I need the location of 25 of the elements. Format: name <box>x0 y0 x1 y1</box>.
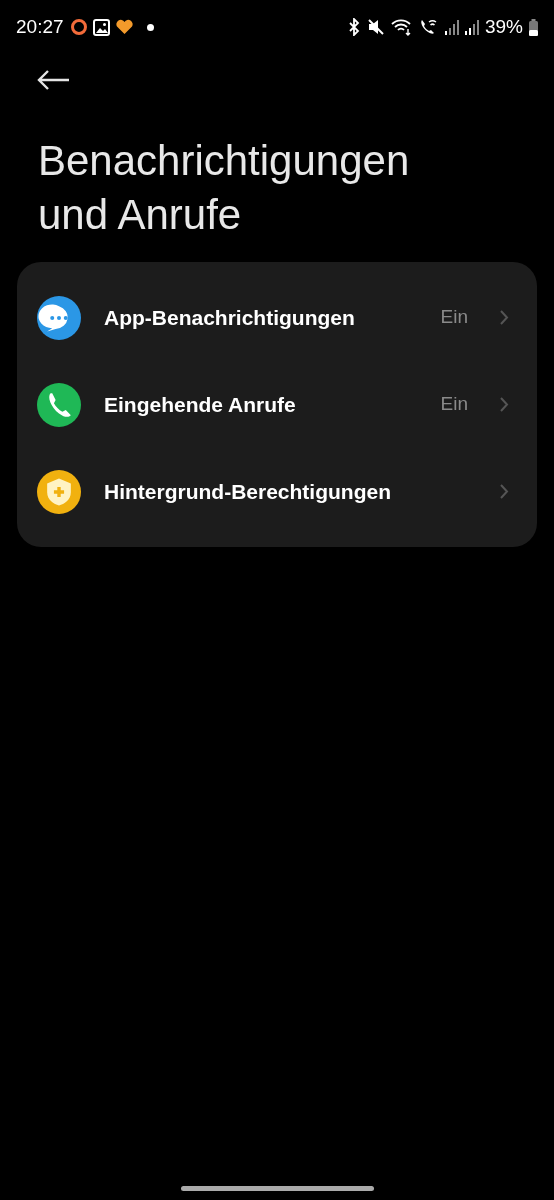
chevron-icon <box>500 310 509 325</box>
battery-icon <box>529 18 538 36</box>
ring-icon <box>69 18 88 36</box>
dot-icon <box>146 23 154 31</box>
page-title: Benachrichtigungen und Anrufe <box>38 136 411 240</box>
wifi-icon <box>390 18 413 36</box>
row-label: Hintergrund-Berechtigungen <box>104 478 391 505</box>
settings-row[interactable]: Eingehende Anrufe Ein <box>17 361 537 448</box>
mute-icon <box>366 18 385 36</box>
heart-icon <box>114 19 134 35</box>
signal-icon <box>444 19 459 35</box>
settings-row[interactable]: App-Benachrichtigungen Ein <box>17 274 537 361</box>
row-value: Ein <box>440 392 468 417</box>
row-label: Eingehende Anrufe <box>104 391 296 418</box>
signal-icon <box>464 19 479 35</box>
settings-row[interactable]: Hintergrund-Berechtigungen <box>17 448 537 535</box>
image-icon <box>92 18 110 36</box>
chevron-icon <box>500 397 509 412</box>
battery-percent: 39% <box>484 14 523 39</box>
wifi-call-icon <box>418 18 439 36</box>
row-value: Ein <box>440 305 468 330</box>
status-time: 20:27 <box>16 14 64 39</box>
chevron-icon <box>500 484 509 499</box>
bluetooth-icon <box>346 18 361 36</box>
row-label: App-Benachrichtigungen <box>104 304 355 331</box>
